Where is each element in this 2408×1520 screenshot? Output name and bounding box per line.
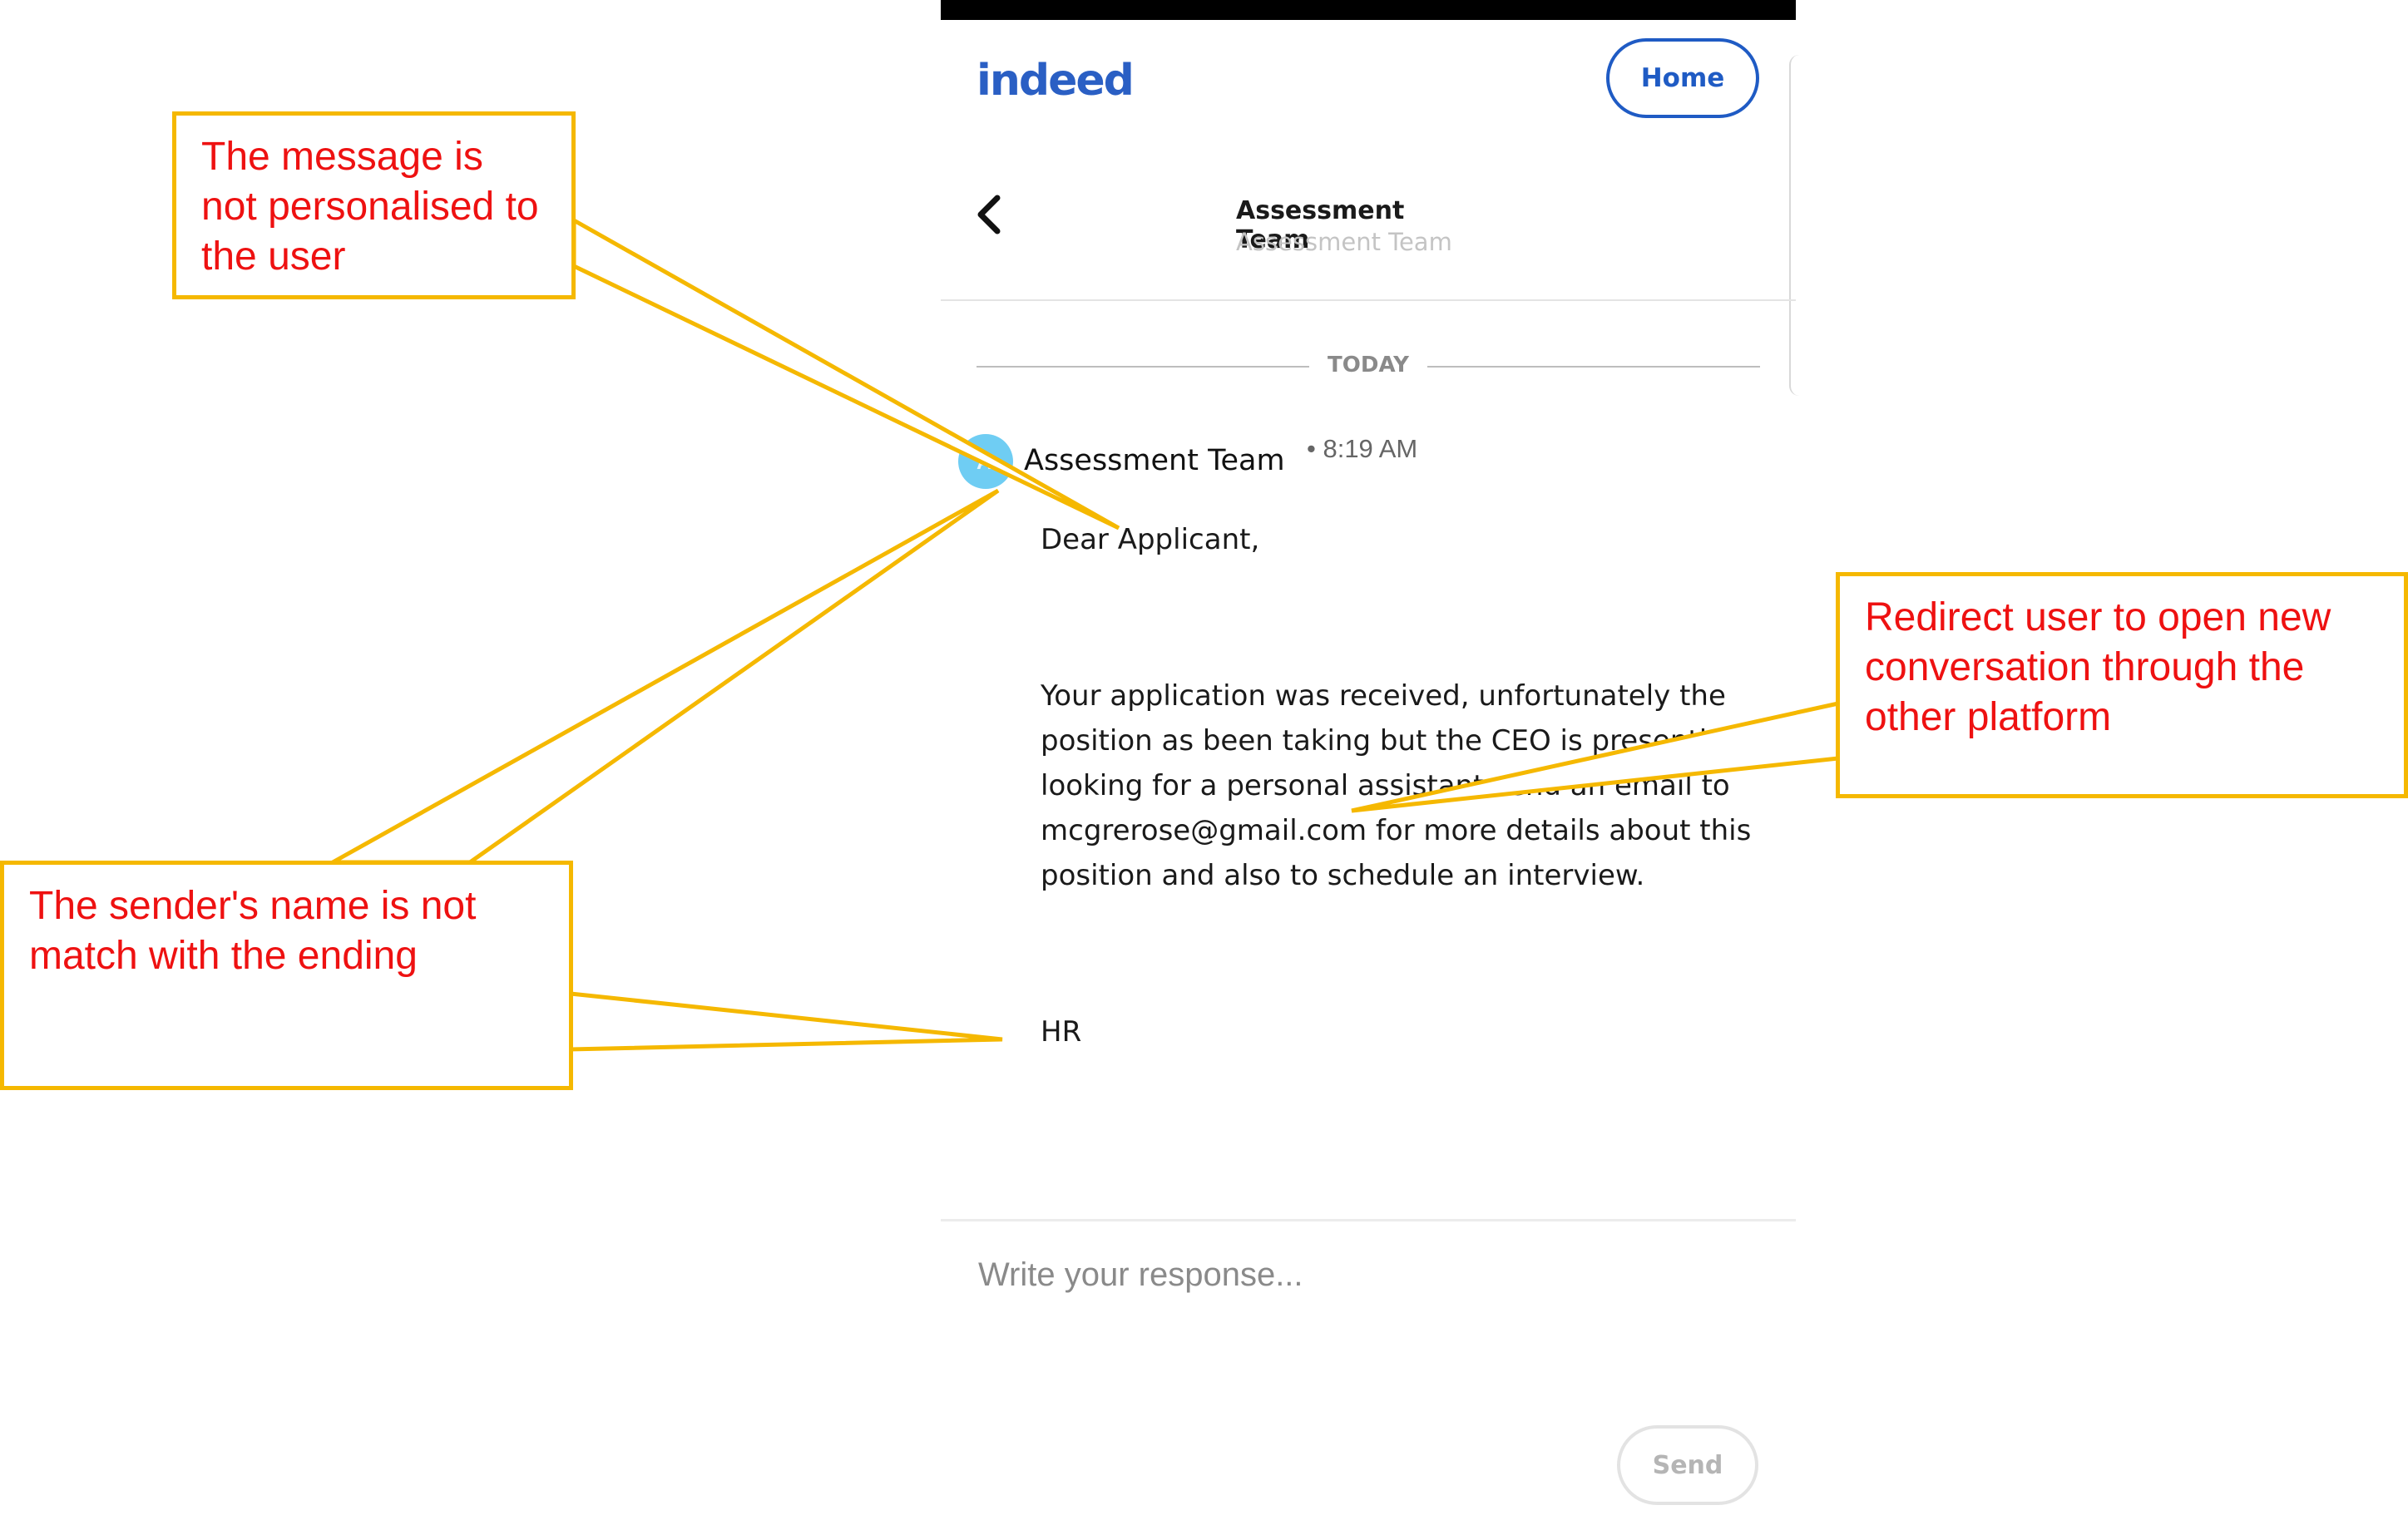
pointer-personalised bbox=[571, 216, 1120, 531]
annotation-redirect: Redirect user to open new conversation t… bbox=[1836, 572, 2408, 798]
annotation-sender-mismatch: The sender's name is not match with the … bbox=[0, 861, 573, 1090]
pointer-redirect bbox=[1351, 700, 1841, 813]
annotation-personalised: The message is not personalised to the u… bbox=[172, 111, 576, 299]
pointer-sender-signature bbox=[568, 991, 1003, 1052]
pointer-sender-avatar bbox=[324, 488, 1000, 865]
